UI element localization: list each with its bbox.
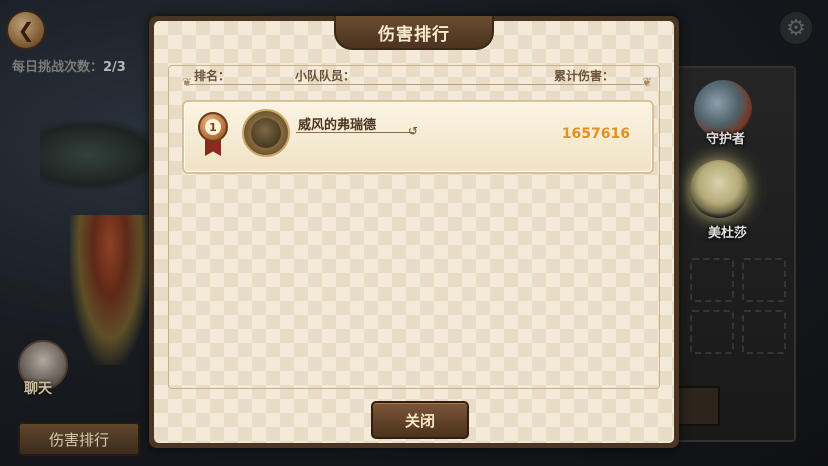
dialog-body: ❦ ❦ 排名： 小队队员： 累计伤害： 1 威风的弗瑞德 ↺ 1657616 关… [154,21,674,443]
damage-ranking-dialog: ❦ ❦ 排名： 小队队员： 累计伤害： 1 威风的弗瑞德 ↺ 1657616 关… [149,16,679,448]
rank-number: 1 [205,119,221,135]
player-name: 威风的弗瑞德 [298,118,377,133]
avatar-portrait [251,118,281,148]
header-divider [184,84,644,85]
player-avatar[interactable] [242,109,290,157]
swirl-ornament-icon: ↺ [408,124,419,138]
medal-disc: 1 [198,112,228,142]
damage-column-header: 累计伤害： [554,69,615,83]
ranking-row: 1 威风的弗瑞德 ↺ 1657616 [182,100,654,174]
member-column-header: 小队队员： [295,69,356,83]
header-ornament-right: ❦ [641,75,652,89]
header-ornament-left: ❦ [182,75,193,89]
rank-column-header: 排名： [194,69,231,83]
dialog-title: 伤害排行 [334,16,494,50]
bronze-medal-icon: 1 [196,112,230,156]
player-name-underline [296,132,414,133]
close-button[interactable]: 关闭 [371,401,469,439]
damage-value: 1657616 [561,126,630,142]
